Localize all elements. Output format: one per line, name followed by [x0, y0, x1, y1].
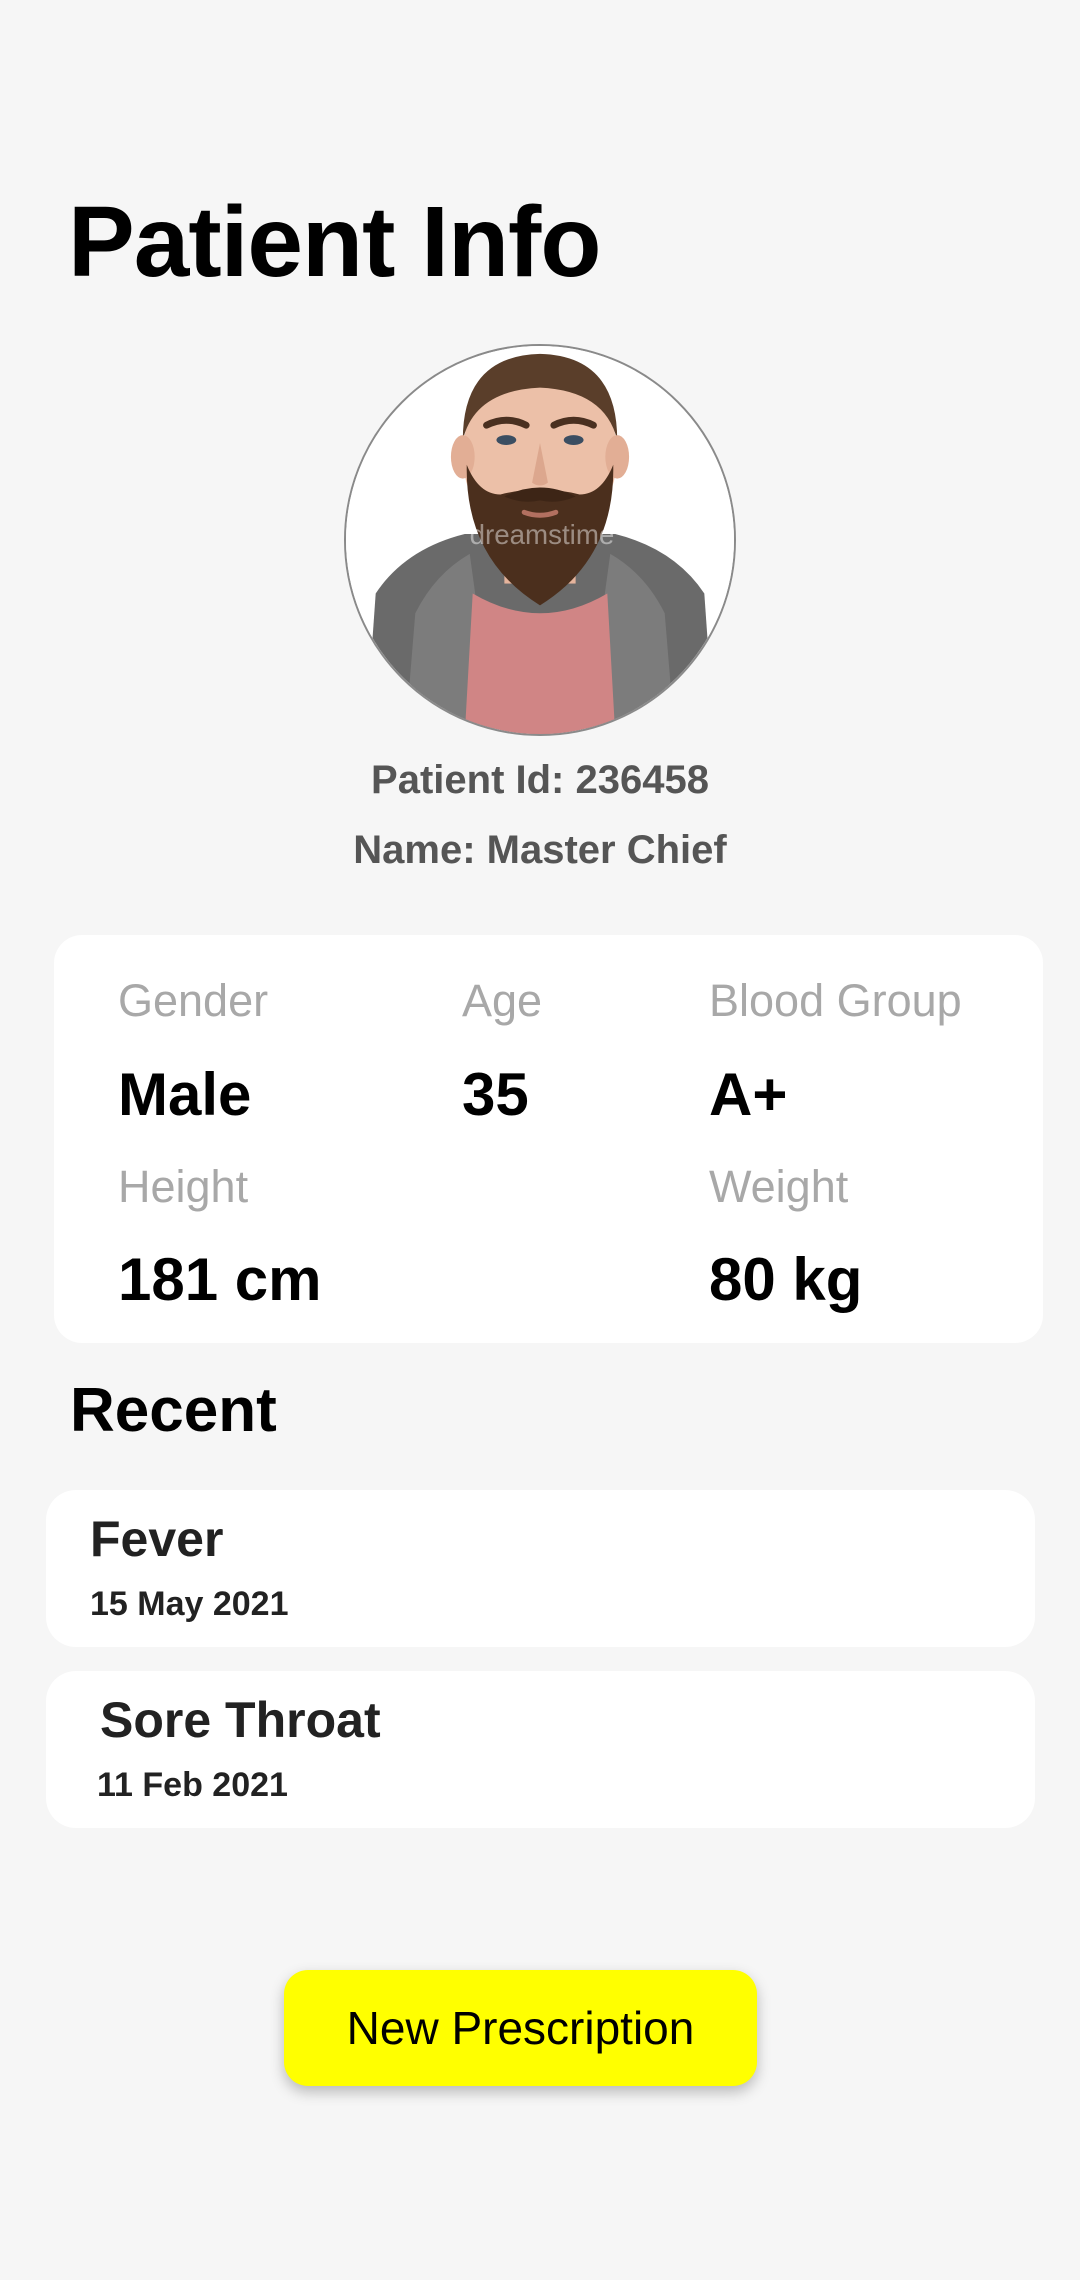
- avatar: dreamstime: [344, 344, 736, 736]
- recent-item-sore-throat[interactable]: Sore Throat 11 Feb 2021: [46, 1671, 1035, 1828]
- patient-photo: dreamstime: [346, 346, 734, 734]
- recent-section-title: Recent: [70, 1376, 277, 1445]
- blood-group-value: A+: [709, 1061, 788, 1128]
- recent-item-date: 11 Feb 2021: [97, 1766, 288, 1804]
- patient-details-card: Gender Male Age 35 Blood Group A+ Height…: [54, 935, 1043, 1343]
- height-label: Height: [118, 1161, 249, 1212]
- weight-label: Weight: [709, 1161, 849, 1212]
- avatar-watermark: dreamstime: [470, 519, 615, 550]
- height-value: 181 cm: [118, 1246, 322, 1313]
- recent-item-date: 15 May 2021: [90, 1585, 289, 1623]
- weight-value: 80 kg: [709, 1246, 863, 1313]
- recent-item-fever[interactable]: Fever 15 May 2021: [46, 1490, 1035, 1647]
- age-label: Age: [462, 975, 543, 1026]
- patient-name: Name: Master Chief: [353, 828, 727, 872]
- recent-item-title: Sore Throat: [100, 1692, 381, 1748]
- gender-value: Male: [118, 1061, 252, 1128]
- new-prescription-button[interactable]: New Prescription: [284, 1970, 757, 2086]
- patient-id: Patient Id: 236458: [371, 758, 709, 802]
- age-value: 35: [462, 1061, 529, 1128]
- blood-group-label: Blood Group: [709, 975, 962, 1026]
- recent-item-title: Fever: [90, 1511, 224, 1567]
- page-title: Patient Info: [68, 186, 601, 298]
- gender-label: Gender: [118, 975, 269, 1026]
